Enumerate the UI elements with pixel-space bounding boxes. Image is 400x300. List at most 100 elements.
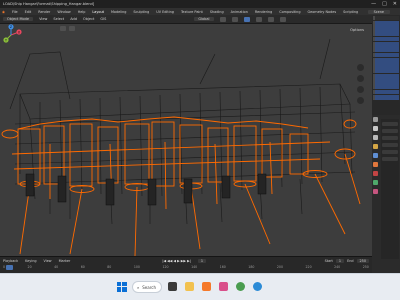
chrome-icon[interactable] bbox=[236, 282, 245, 291]
outliner-row[interactable] bbox=[373, 94, 399, 100]
menu-view[interactable]: View bbox=[39, 17, 47, 21]
start-frame-field[interactable]: 1 bbox=[335, 259, 345, 263]
render-tab-icon[interactable] bbox=[373, 126, 378, 131]
property-field[interactable] bbox=[382, 129, 398, 133]
ruler-tick: 60 bbox=[80, 265, 85, 269]
output-tab-icon[interactable] bbox=[373, 135, 378, 140]
close-button[interactable]: ✕ bbox=[393, 1, 397, 7]
blender-icon[interactable] bbox=[202, 282, 211, 291]
tab-texture-paint[interactable]: Texture Paint bbox=[181, 10, 203, 14]
timeline-ruler[interactable]: 0 20 40 60 80 100 120 140 160 180 200 22… bbox=[3, 265, 369, 272]
menu-edit[interactable]: Edit bbox=[25, 10, 32, 14]
outliner-row[interactable] bbox=[373, 68, 399, 74]
tab-modeling[interactable]: Modeling bbox=[111, 10, 126, 14]
material-tab-icon[interactable] bbox=[373, 189, 378, 194]
outliner-row[interactable] bbox=[373, 52, 399, 58]
snap-icon[interactable] bbox=[219, 16, 226, 22]
menu-select[interactable]: Select bbox=[53, 17, 64, 21]
mode-selector[interactable]: Object Mode bbox=[3, 17, 34, 21]
zoom-icon[interactable] bbox=[357, 64, 364, 71]
edge-icon[interactable] bbox=[253, 282, 262, 291]
tab-scripting[interactable]: Scripting bbox=[343, 10, 358, 14]
minimize-button[interactable]: — bbox=[371, 1, 376, 7]
outliner-row[interactable] bbox=[373, 63, 399, 68]
scene-selector[interactable]: Scene bbox=[367, 9, 390, 14]
playback-controls-icon[interactable]: |◀ ◀◀ ◀ ▶ ▶▶ ▶| bbox=[162, 259, 191, 263]
taskbar: ⌕ Search bbox=[0, 273, 400, 300]
outliner-row[interactable] bbox=[373, 20, 399, 26]
pan-icon[interactable] bbox=[357, 75, 364, 82]
tab-uv-editing[interactable]: UV Editing bbox=[156, 10, 174, 14]
outliner-row[interactable] bbox=[373, 31, 399, 37]
outliner-row[interactable] bbox=[373, 84, 399, 90]
data-tab-icon[interactable] bbox=[373, 180, 378, 185]
viewport-header: Object Mode View Select Add Object GIS G… bbox=[0, 15, 372, 24]
end-frame-field[interactable]: 250 bbox=[356, 259, 369, 263]
menu-add[interactable]: Add bbox=[70, 17, 77, 21]
menu-timeline-view[interactable]: View bbox=[44, 259, 52, 263]
outliner-row[interactable] bbox=[373, 26, 399, 31]
navigation-gizmo[interactable]: X Y Z bbox=[0, 24, 22, 46]
property-field[interactable] bbox=[382, 122, 398, 126]
property-field[interactable] bbox=[382, 150, 398, 154]
app-icon[interactable] bbox=[219, 282, 228, 291]
tool-tab-icon[interactable] bbox=[373, 117, 378, 122]
menu-file[interactable]: File bbox=[12, 10, 18, 14]
outliner-row[interactable] bbox=[373, 15, 399, 21]
constraints-tab-icon[interactable] bbox=[373, 171, 378, 176]
view-icon[interactable] bbox=[60, 26, 66, 31]
tab-sculpting[interactable]: Sculpting bbox=[133, 10, 149, 14]
ruler-tick: 220 bbox=[305, 265, 312, 269]
menu-playback[interactable]: Playback bbox=[3, 259, 18, 263]
menu-help[interactable]: Help bbox=[78, 10, 86, 14]
camera-icon[interactable] bbox=[357, 86, 364, 93]
blender-logo-icon[interactable]: ◉ bbox=[2, 10, 5, 14]
title-bar: LOAD\Ship Hangar\Format\Shipping_Hangar.… bbox=[0, 0, 400, 8]
object-tab-icon[interactable] bbox=[373, 144, 378, 149]
property-field[interactable] bbox=[382, 136, 398, 140]
playhead[interactable] bbox=[6, 265, 13, 270]
outliner-row[interactable] bbox=[373, 79, 399, 84]
outliner-row[interactable] bbox=[373, 73, 399, 79]
current-frame-field[interactable]: 1 bbox=[197, 259, 207, 263]
outliner-row[interactable] bbox=[373, 89, 399, 95]
wireframe-shading-icon[interactable] bbox=[243, 16, 250, 22]
perspective-icon[interactable] bbox=[357, 97, 364, 104]
outliner-row[interactable] bbox=[373, 47, 399, 53]
proportional-edit-icon[interactable] bbox=[231, 16, 238, 22]
modifier-tab-icon[interactable] bbox=[373, 153, 378, 158]
menu-gis[interactable]: GIS bbox=[100, 17, 106, 21]
tab-geometry-nodes[interactable]: Geometry Nodes bbox=[308, 10, 337, 14]
transform-orientation-dropdown[interactable]: Global bbox=[194, 17, 214, 21]
tab-compositing[interactable]: Compositing bbox=[279, 10, 300, 14]
material-shading-icon[interactable] bbox=[267, 16, 274, 22]
tab-shading[interactable]: Shading bbox=[210, 10, 224, 14]
visibility-icon[interactable] bbox=[69, 26, 75, 31]
explorer-icon[interactable] bbox=[185, 282, 194, 291]
maximize-button[interactable]: □ bbox=[382, 1, 387, 7]
menu-render[interactable]: Render bbox=[38, 10, 50, 14]
property-field[interactable] bbox=[382, 157, 398, 161]
menu-keying[interactable]: Keying bbox=[25, 259, 36, 263]
tab-rendering[interactable]: Rendering bbox=[255, 10, 272, 14]
ruler-tick: 40 bbox=[54, 265, 59, 269]
windows-start-icon[interactable] bbox=[117, 282, 127, 292]
menu-object[interactable]: Object bbox=[83, 17, 94, 21]
outliner-row[interactable] bbox=[373, 36, 399, 42]
solid-shading-icon[interactable] bbox=[255, 16, 262, 22]
tab-layout[interactable]: Layout bbox=[92, 10, 104, 14]
options-dropdown[interactable]: Options bbox=[350, 28, 364, 32]
outliner-row[interactable] bbox=[373, 57, 399, 63]
outliner-row[interactable] bbox=[373, 41, 399, 47]
files-icon[interactable] bbox=[168, 282, 177, 291]
rendered-shading-icon[interactable] bbox=[279, 16, 286, 22]
tab-animation[interactable]: Animation bbox=[231, 10, 248, 14]
menu-marker[interactable]: Marker bbox=[59, 259, 71, 263]
taskbar-search[interactable]: ⌕ Search bbox=[132, 281, 162, 293]
menu-window[interactable]: Window bbox=[57, 10, 70, 14]
property-field[interactable] bbox=[382, 143, 398, 147]
physics-tab-icon[interactable] bbox=[373, 162, 378, 167]
timeline-panel: Playback Keying View Marker |◀ ◀◀ ◀ ▶ ▶▶… bbox=[0, 256, 372, 273]
3d-viewport[interactable]: Options X Y Z bbox=[0, 24, 372, 256]
ruler-tick: 240 bbox=[334, 265, 341, 269]
